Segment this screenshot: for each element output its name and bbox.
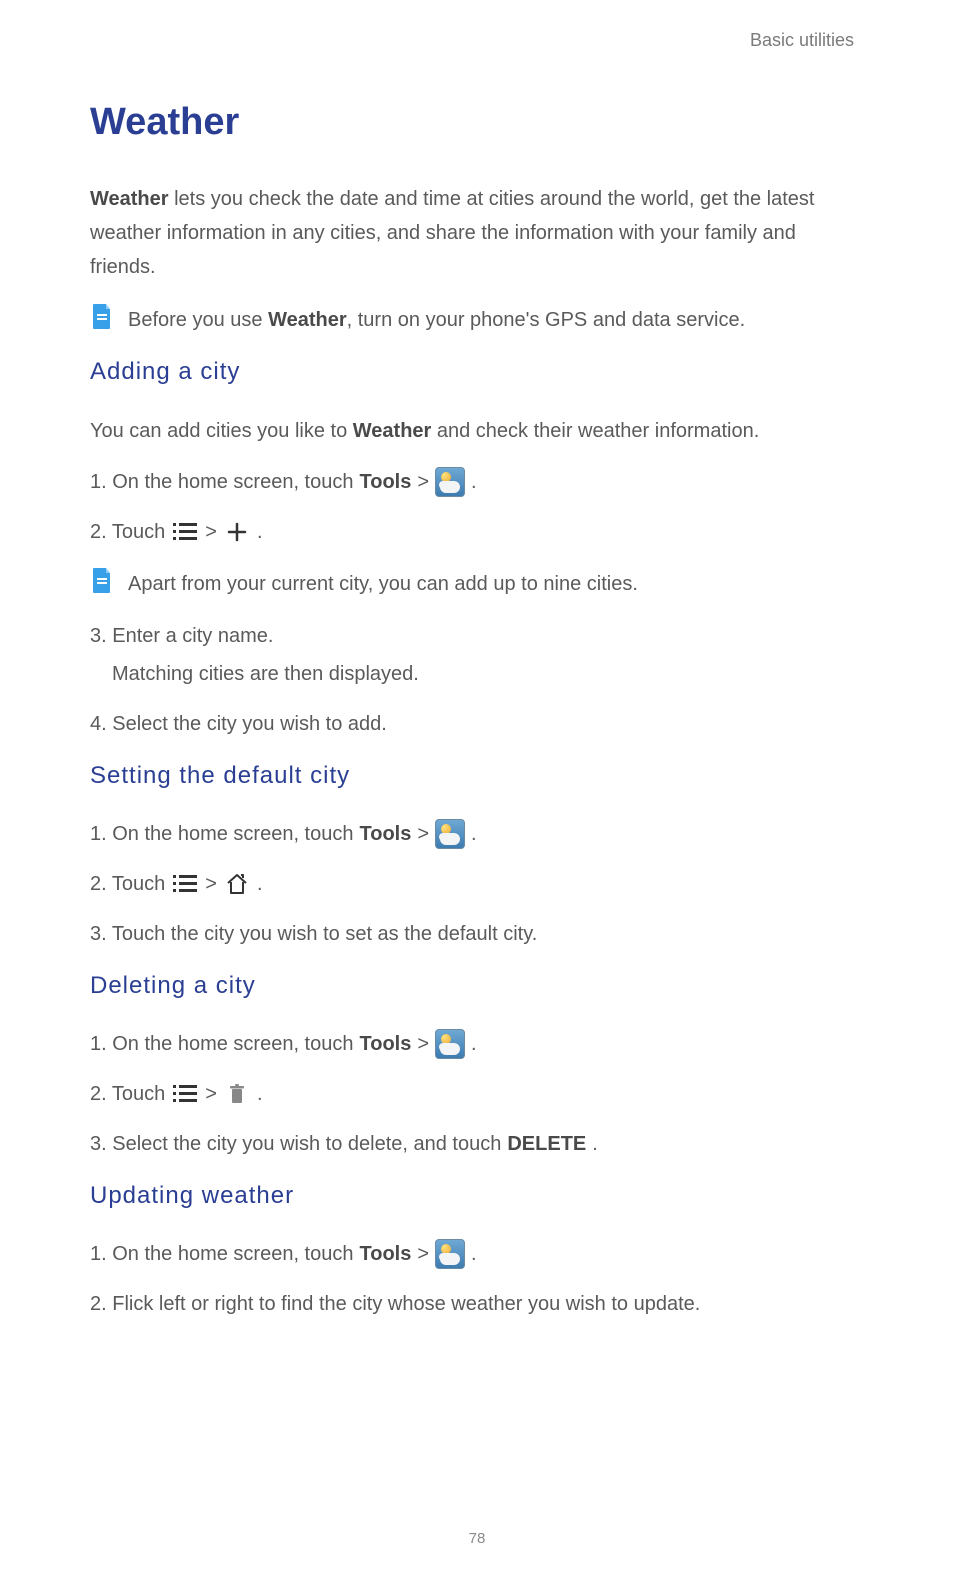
- page-title: Weather: [90, 101, 864, 144]
- adding-step-2: 2. Touch > .: [90, 516, 864, 548]
- default-step2-gt: >: [205, 868, 217, 900]
- document-page: Basic utilities Weather Weather lets you…: [0, 0, 954, 1577]
- deleting-step2-pre: 2. Touch: [90, 1078, 165, 1110]
- default-step-3: 3. Touch the city you wish to set as the…: [90, 918, 864, 950]
- list-icon: [171, 1082, 199, 1106]
- page-number: 78: [0, 1530, 954, 1547]
- deleting-step3-pre: 3. Select the city you wish to delete, a…: [90, 1128, 501, 1160]
- updating-step1-end: .: [471, 1238, 477, 1270]
- header-category: Basic utilities: [90, 30, 864, 51]
- adding-step-3: 3. Enter a city name. Matching cities ar…: [90, 620, 864, 690]
- default-step3-text: 3. Touch the city you wish to set as the…: [90, 918, 537, 950]
- adding-step3-text: 3. Enter a city name.: [90, 620, 273, 652]
- weather-app-icon: [435, 467, 465, 497]
- adding-step1-bold: Tools: [360, 466, 412, 498]
- home-icon: [223, 872, 251, 896]
- default-step1-end: .: [471, 818, 477, 850]
- adding-step-1: 1. On the home screen, touch Tools > .: [90, 466, 864, 498]
- deleting-step3-bold: DELETE: [507, 1128, 586, 1160]
- deleting-step-3: 3. Select the city you wish to delete, a…: [90, 1128, 864, 1160]
- deleting-step2-gt: >: [205, 1078, 217, 1110]
- heading-deleting-city: Deleting a city: [90, 972, 864, 1000]
- default-step2-pre: 2. Touch: [90, 868, 165, 900]
- note-gps-post: , turn on your phone's GPS and data serv…: [347, 309, 746, 331]
- intro-rest: lets you check the date and time at citi…: [90, 188, 814, 278]
- deleting-step1-end: .: [471, 1028, 477, 1060]
- adding-desc-bold: Weather: [353, 420, 432, 442]
- adding-desc: You can add cities you like to Weather a…: [90, 414, 864, 448]
- adding-step-4: 4. Select the city you wish to add.: [90, 708, 864, 740]
- updating-step1-pre: 1. On the home screen, touch: [90, 1238, 354, 1270]
- default-step-1: 1. On the home screen, touch Tools > .: [90, 818, 864, 850]
- adding-step1-gt: >: [417, 466, 429, 498]
- intro-paragraph: Weather lets you check the date and time…: [90, 182, 864, 284]
- trash-icon: [223, 1082, 251, 1106]
- deleting-step1-pre: 1. On the home screen, touch: [90, 1028, 354, 1060]
- note-gps: Before you use Weather, turn on your pho…: [90, 302, 864, 336]
- weather-app-icon: [435, 1239, 465, 1269]
- adding-step4-text: 4. Select the city you wish to add.: [90, 708, 387, 740]
- default-step1-bold: Tools: [360, 818, 412, 850]
- default-step-2: 2. Touch > .: [90, 868, 864, 900]
- adding-desc-pre: You can add cities you like to: [90, 420, 353, 442]
- adding-desc-post: and check their weather information.: [431, 420, 759, 442]
- updating-step2-text: 2. Flick left or right to find the city …: [90, 1288, 700, 1320]
- note-gps-text: Before you use Weather, turn on your pho…: [128, 302, 864, 336]
- deleting-step3-end: .: [592, 1128, 598, 1160]
- default-step1-pre: 1. On the home screen, touch: [90, 818, 354, 850]
- weather-app-icon: [435, 1029, 465, 1059]
- heading-updating-weather: Updating weather: [90, 1182, 864, 1210]
- note-nine-text: Apart from your current city, you can ad…: [128, 566, 864, 600]
- weather-app-icon: [435, 819, 465, 849]
- deleting-step2-end: .: [257, 1078, 263, 1110]
- deleting-step-2: 2. Touch > .: [90, 1078, 864, 1110]
- updating-step-2: 2. Flick left or right to find the city …: [90, 1288, 864, 1320]
- default-step1-gt: >: [417, 818, 429, 850]
- updating-step1-bold: Tools: [360, 1238, 412, 1270]
- note-gps-bold: Weather: [268, 309, 347, 331]
- intro-bold: Weather: [90, 188, 169, 210]
- default-step2-end: .: [257, 868, 263, 900]
- adding-step2-pre: 2. Touch: [90, 516, 165, 548]
- note-icon: [90, 302, 114, 330]
- note-gps-pre: Before you use: [128, 309, 268, 331]
- deleting-step-1: 1. On the home screen, touch Tools > .: [90, 1028, 864, 1060]
- list-icon: [171, 872, 199, 896]
- heading-adding-city: Adding a city: [90, 358, 864, 386]
- adding-step1-end: .: [471, 466, 477, 498]
- note-nine-cities: Apart from your current city, you can ad…: [90, 566, 864, 600]
- adding-step1-pre: 1. On the home screen, touch: [90, 466, 354, 498]
- heading-default-city: Setting the default city: [90, 762, 864, 790]
- note-icon: [90, 566, 114, 594]
- adding-step2-end: .: [257, 516, 263, 548]
- adding-step2-gt: >: [205, 516, 217, 548]
- deleting-step1-bold: Tools: [360, 1028, 412, 1060]
- list-icon: [171, 520, 199, 544]
- adding-step3-sub: Matching cities are then displayed.: [112, 658, 864, 690]
- updating-step-1: 1. On the home screen, touch Tools > .: [90, 1238, 864, 1270]
- updating-step1-gt: >: [417, 1238, 429, 1270]
- plus-icon: [223, 520, 251, 544]
- deleting-step1-gt: >: [417, 1028, 429, 1060]
